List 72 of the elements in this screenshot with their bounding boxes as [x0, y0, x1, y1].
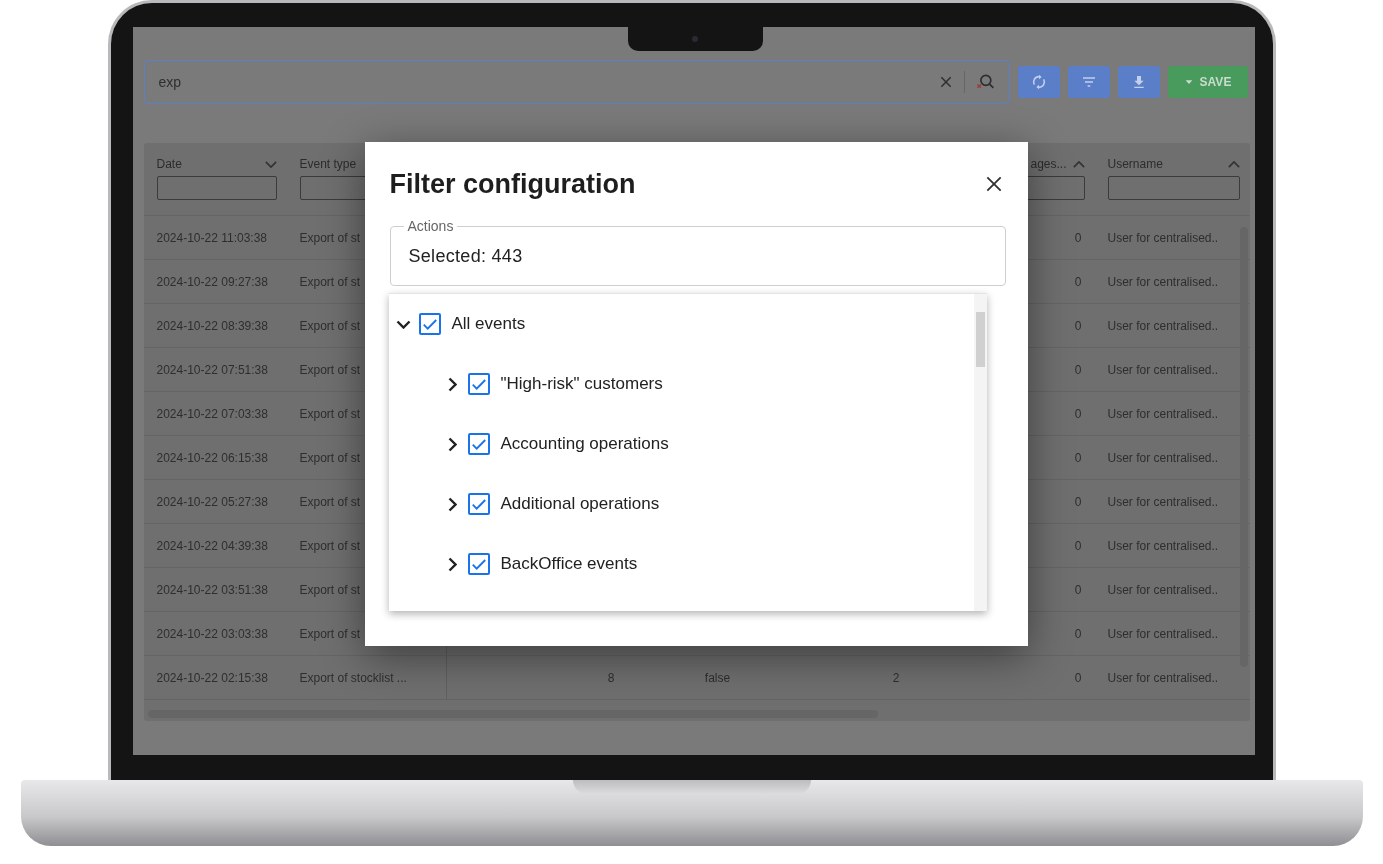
table-cell: 0 — [1074, 494, 1082, 509]
check-icon — [471, 378, 486, 390]
checkbox[interactable] — [467, 373, 490, 395]
table-cell: User for centralised.. — [1107, 318, 1219, 333]
table-cell: 0 — [1074, 582, 1082, 597]
column-header[interactable]: Date — [156, 157, 182, 171]
table-cell: User for centralised.. — [1107, 274, 1219, 289]
dialog-title: Filter configuration — [389, 168, 636, 200]
check-icon — [471, 558, 486, 570]
table-cell: 8 — [607, 670, 615, 685]
column-header[interactable]: Event type — [299, 157, 357, 171]
table-cell: User for centralised.. — [1107, 670, 1219, 685]
table-cell: User for centralised.. — [1107, 494, 1219, 509]
column-header[interactable]: Username — [1107, 157, 1163, 171]
table-cell: User for centralised.. — [1107, 406, 1219, 421]
tree-item[interactable]: "High-risk" customers — [500, 374, 663, 394]
table-cell: false — [704, 670, 731, 685]
table-cell: 0 — [1074, 406, 1082, 421]
table-cell: 0 — [1074, 230, 1082, 245]
table-cell: 2024-10-22 07:51:38 — [156, 362, 268, 377]
check-icon — [471, 498, 486, 510]
checkbox[interactable] — [418, 313, 441, 335]
table-cell: 2024-10-22 02:15:38 — [156, 670, 268, 685]
table-cell: 2024-10-22 04:39:38 — [156, 538, 268, 553]
table-cell: User for centralised.. — [1107, 538, 1219, 553]
table-cell: User for centralised.. — [1107, 582, 1219, 597]
table-cell: User for centralised.. — [1107, 450, 1219, 465]
table-cell: 0 — [1074, 450, 1082, 465]
tree-item[interactable]: Additional operations — [500, 494, 660, 514]
table-cell: 2024-10-22 08:39:38 — [156, 318, 268, 333]
refresh-icon — [1030, 74, 1047, 90]
column-header[interactable]: ages... — [1030, 157, 1067, 171]
table-cell: 0 — [1074, 274, 1082, 289]
table-cell: 2024-10-22 11:03:38 — [156, 230, 268, 245]
table-cell: 0 — [1074, 626, 1082, 641]
camera-icon — [692, 36, 698, 42]
checkbox[interactable] — [467, 553, 490, 575]
table-cell: User for centralised.. — [1107, 230, 1219, 245]
table-cell: 2024-10-22 09:27:38 — [156, 274, 268, 289]
filter-icon — [1080, 74, 1097, 90]
search-field[interactable]: exp — [143, 60, 1010, 104]
table-cell: User for centralised.. — [1107, 626, 1219, 641]
check-icon — [422, 318, 437, 330]
table-cell: 2024-10-22 07:03:38 — [156, 406, 268, 421]
table-cell: User for centralised.. — [1107, 362, 1219, 377]
download-button[interactable] — [1117, 66, 1160, 98]
table-cell: 0 — [1074, 538, 1082, 553]
filter-input[interactable] — [156, 176, 277, 200]
field-value: Selected: 443 — [408, 245, 523, 267]
check-icon — [471, 438, 486, 450]
table-cell: 2024-10-22 05:27:38 — [156, 494, 268, 509]
tree-item[interactable]: Accounting operations — [500, 434, 669, 454]
table-cell: Export of stocklist ... — [299, 670, 407, 685]
filter-input[interactable] — [1107, 176, 1240, 200]
scrollbar-thumb[interactable] — [975, 312, 985, 367]
tree-item[interactable]: All events — [451, 314, 526, 334]
checkbox[interactable] — [467, 433, 490, 455]
tree-item[interactable]: BackOffice events — [500, 554, 638, 574]
table-cell: 2024-10-22 03:51:38 — [156, 582, 268, 597]
refresh-button[interactable] — [1017, 66, 1060, 98]
table-cell: 2 — [892, 670, 900, 685]
table-cell: 2024-10-22 03:03:38 — [156, 626, 268, 641]
table-cell: 0 — [1074, 318, 1082, 333]
table-cell: 0 — [1074, 670, 1082, 685]
save-button[interactable]: SAVE — [1167, 66, 1248, 98]
checkbox[interactable] — [467, 493, 490, 515]
caret-icon — [1183, 77, 1194, 87]
table-cell: 0 — [1074, 362, 1082, 377]
table-cell: 2024-10-22 06:15:38 — [156, 450, 268, 465]
filter-button[interactable] — [1067, 66, 1110, 98]
field-label: Actions — [403, 218, 458, 234]
search-input[interactable]: exp — [158, 74, 928, 90]
